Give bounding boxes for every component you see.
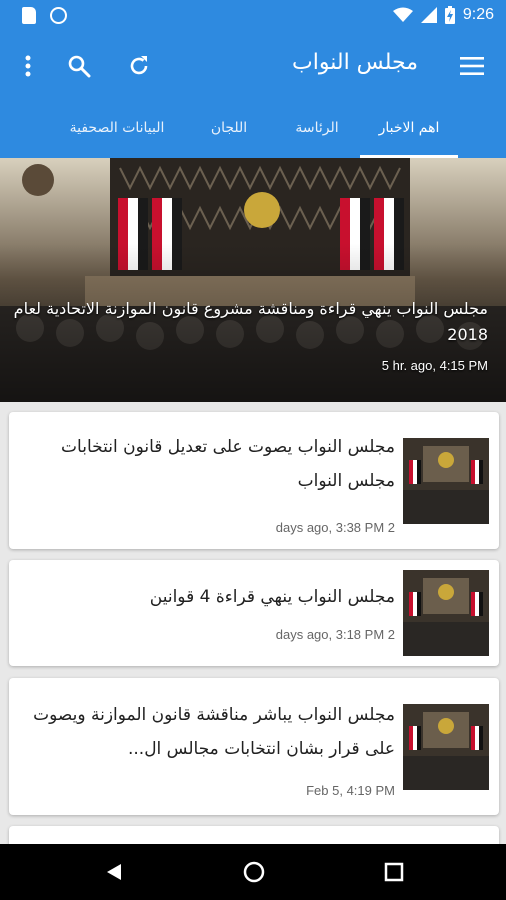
tab-label: الرئاسة — [295, 120, 339, 136]
sd-card-icon — [22, 7, 36, 24]
hero-news[interactable]: مجلس النواب ينهي قراءة ومناقشة مشروع قان… — [0, 158, 506, 402]
news-card[interactable]: مجلس النواب يباشر مناقشة قانون الموازنة … — [9, 678, 499, 815]
wifi-icon — [392, 7, 413, 22]
system-nav-bar — [0, 844, 506, 900]
search-icon[interactable] — [65, 52, 93, 80]
news-title: مجلس النواب يصوت على تعديل قانون انتخابا… — [61, 437, 395, 491]
news-thumbnail — [403, 570, 489, 656]
hero-headline: مجلس النواب ينهي قراءة ومناقشة مشروع قان… — [13, 299, 488, 344]
back-icon[interactable] — [100, 858, 128, 886]
tab-press-releases[interactable]: البيانات الصحفية — [52, 100, 182, 158]
refresh-icon[interactable] — [125, 52, 153, 80]
tab-bar: اهم الاخبار الرئاسة اللجان البيانات الصح… — [0, 100, 506, 158]
news-list: مجلس النواب يصوت على تعديل قانون انتخابا… — [0, 402, 506, 844]
news-title: مجلس النواب يباشر مناقشة قانون الموازنة … — [33, 705, 395, 759]
tab-presidency[interactable]: الرئاسة — [282, 100, 352, 158]
news-thumbnail — [403, 438, 489, 524]
news-card[interactable]: مجلس النواب يصوت على تعديل قانون انتخابا… — [9, 412, 499, 549]
tab-label: البيانات الصحفية — [69, 120, 165, 136]
recents-icon[interactable] — [380, 858, 408, 886]
news-card-partial[interactable] — [9, 826, 499, 844]
tab-label: اللجان — [210, 120, 248, 136]
tab-committees[interactable]: اللجان — [194, 100, 264, 158]
news-timestamp: days ago, 3:18 PM 2 — [275, 627, 395, 642]
status-bar: 9:26 — [0, 0, 506, 32]
news-title: مجلس النواب ينهي قراءة 4 قوانين — [149, 587, 395, 607]
news-timestamp: Feb 5, 4:19 PM — [306, 783, 395, 798]
tab-label: اهم الاخبار — [378, 120, 440, 136]
app-title: مجلس النواب — [292, 50, 418, 75]
hero-timestamp: 5 hr. ago, 4:15 PM — [381, 358, 488, 373]
battery-charging-icon — [444, 6, 455, 24]
home-icon[interactable] — [240, 858, 268, 886]
news-timestamp: days ago, 3:38 PM 2 — [275, 520, 395, 535]
app-toolbar: مجلس النواب — [0, 32, 506, 100]
more-vert-icon[interactable] — [14, 52, 42, 80]
tab-top-news[interactable]: اهم الاخبار — [360, 100, 458, 158]
clock: 9:26 — [462, 6, 494, 23]
menu-icon[interactable] — [458, 52, 486, 80]
circle-icon — [50, 7, 67, 24]
news-card[interactable]: مجلس النواب ينهي قراءة 4 قوانين days ago… — [9, 560, 499, 666]
signal-icon — [420, 7, 437, 23]
news-thumbnail — [403, 704, 489, 790]
